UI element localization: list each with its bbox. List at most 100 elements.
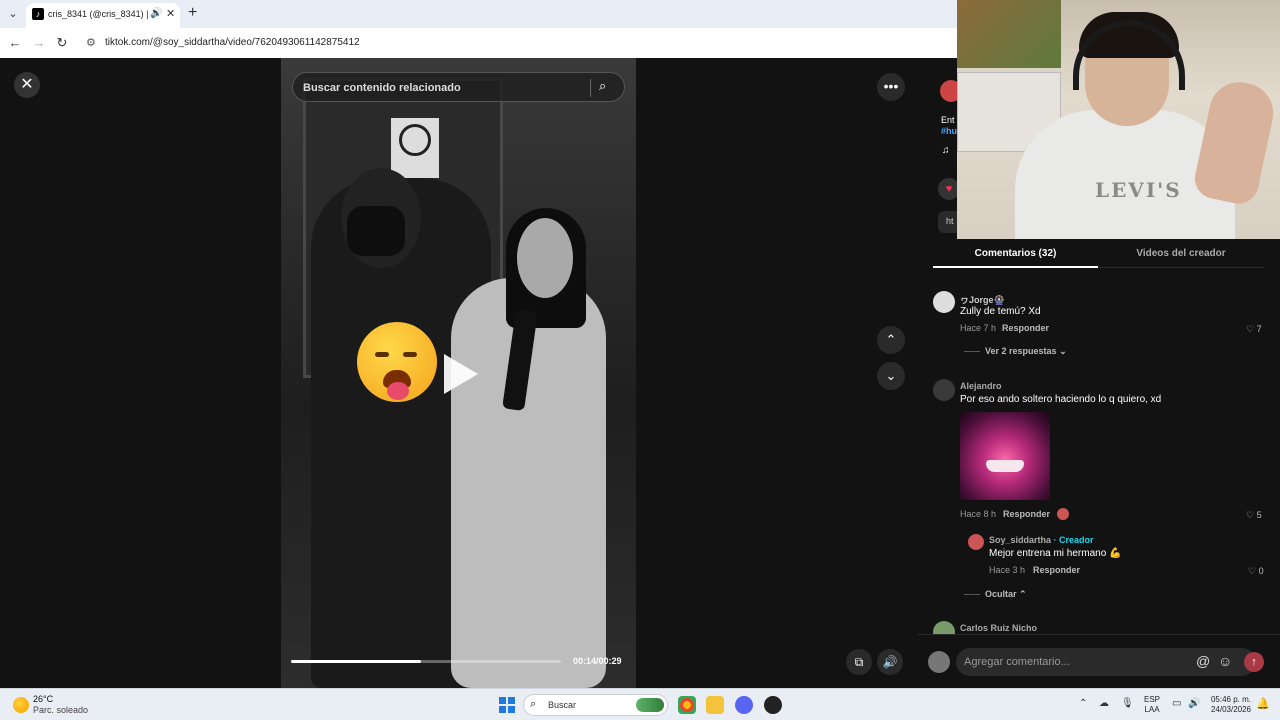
reply-avatar[interactable] <box>968 534 984 550</box>
reply-button[interactable]: Responder <box>1033 565 1080 575</box>
video-time: 00:14/00:29 <box>573 656 622 666</box>
reply-button[interactable]: Responder <box>1003 509 1050 519</box>
search-highlight-art <box>636 698 664 712</box>
reply-time: Hace 3 h <box>989 565 1026 575</box>
tab-comments[interactable]: Comentarios (32) <box>933 248 1098 259</box>
tray-volume-icon[interactable]: 🔊 <box>1188 698 1200 709</box>
close-video-button[interactable]: ✕ <box>14 72 40 98</box>
clock[interactable]: 05:46 p. m. 24/03/2026 <box>1209 695 1251 715</box>
expand-line <box>964 351 980 352</box>
lang-layout: LAA <box>1144 705 1160 714</box>
tray-chevron-up-icon[interactable]: ⌃ <box>1079 698 1087 709</box>
comment-input[interactable] <box>964 654 1190 670</box>
tray-network-icon[interactable]: ☁ <box>1099 698 1109 709</box>
creator-liked-avatar <box>1057 508 1069 520</box>
send-arrow-icon[interactable]: ↑ <box>1244 652 1264 672</box>
comment-like-count: 5 <box>1256 510 1262 520</box>
next-video-chevron-down-icon[interactable]: ⌄ <box>877 362 905 390</box>
comment-like-button[interactable]: ♡ 0 <box>1248 566 1264 577</box>
chrome-app-icon[interactable] <box>678 696 696 714</box>
current-user-avatar <box>928 651 950 673</box>
video-woman-face <box>517 218 573 298</box>
comment-like-button[interactable]: ♡ 7 <box>1246 324 1262 335</box>
comment-list: ヮJorge🎡 Zully de temú? Xd Hace 7 h Respo… <box>918 278 1280 634</box>
comment-time: Hace 7 h <box>960 323 997 333</box>
webcam-shirt-logo: LEVI'S <box>1095 178 1182 202</box>
comment-avatar[interactable] <box>933 379 955 401</box>
tab-list-chevron-icon[interactable]: ⌄ <box>4 5 22 23</box>
comment-username[interactable]: ヮJorge🎡 <box>960 293 1005 306</box>
lang-code: ESP <box>1144 695 1161 704</box>
weather-temp[interactable]: 26°C <box>33 694 53 704</box>
webcam-overlay: LEVI'S <box>957 0 1280 239</box>
related-search-input[interactable] <box>303 79 583 97</box>
crying-emoji-sticker <box>357 322 437 402</box>
notification-bell-icon[interactable]: 🔔 <box>1256 697 1270 710</box>
video-player[interactable] <box>281 58 636 688</box>
reload-icon[interactable]: ↻ <box>53 34 71 52</box>
previous-video-chevron-up-icon[interactable]: ⌃ <box>877 326 905 354</box>
input-language[interactable]: ESP LAA <box>1144 695 1160 715</box>
discord-app-icon[interactable] <box>735 696 753 714</box>
browser-tab[interactable]: ♪ cris_8341 (@cris_8341) | TikTok 🔊 ✕ <box>26 3 180 28</box>
floating-player-icon[interactable]: ⧉ <box>846 649 872 675</box>
tab-audio-icon[interactable]: 🔊 <box>150 8 162 19</box>
search-divider <box>590 79 591 97</box>
comment-text: Por eso ando soltero haciendo lo q quier… <box>960 394 1162 405</box>
reply-text: Mejor entrena mi hermano 💪 <box>989 548 1122 559</box>
back-arrow-icon[interactable]: ← <box>6 34 24 52</box>
tray-display-icon[interactable]: ▭ <box>1172 698 1181 709</box>
panel-tabs: Comentarios (32) Videos del creador <box>933 241 1264 268</box>
comment-like-count: 0 <box>1258 566 1264 576</box>
reply-username[interactable]: Soy_siddartha · Creador <box>989 535 1094 545</box>
more-options-icon[interactable]: ••• <box>877 73 905 101</box>
taskbar-search-label: Buscar <box>548 700 577 710</box>
webcam-poster <box>957 0 1061 68</box>
address-bar[interactable]: ⚙ tiktok.com/@soy_siddartha/video/762049… <box>80 31 960 55</box>
tiktok-favicon-icon: ♪ <box>32 8 44 20</box>
comment-like-count: 7 <box>1256 324 1262 334</box>
comment-avatar[interactable] <box>933 621 955 634</box>
taskbar-search[interactable]: ⌕ Buscar <box>523 694 668 716</box>
comment-image[interactable] <box>960 412 1050 500</box>
tab-close-icon[interactable]: ✕ <box>166 7 175 20</box>
comment-text: Zully de temú? Xd <box>960 306 1041 317</box>
hide-replies-label: Ocultar <box>985 589 1017 599</box>
volume-icon[interactable]: 🔊 <box>877 649 903 675</box>
emoji-icon[interactable]: ☺ <box>1218 653 1232 669</box>
video-progress-fill <box>291 660 421 663</box>
tab-title: cris_8341 (@cris_8341) | TikTok <box>48 9 148 19</box>
video-progress-bar[interactable] <box>291 660 561 663</box>
play-icon[interactable] <box>444 354 478 394</box>
video-description: Ent <box>941 115 955 125</box>
comment-input-bar: @ ☺ ↑ <box>918 634 1280 688</box>
new-tab-button[interactable]: + <box>188 4 197 22</box>
tray-mic-icon[interactable]: 🎙 <box>1121 698 1134 709</box>
reply-username-text: Soy_siddartha <box>989 535 1052 545</box>
site-info-icon[interactable]: ⚙ <box>86 36 96 49</box>
creator-badge: · Creador <box>1053 535 1094 545</box>
file-explorer-icon[interactable] <box>706 696 724 714</box>
comment-input-box[interactable]: @ ☺ ↑ <box>956 648 1264 676</box>
mention-at-icon[interactable]: @ <box>1196 653 1210 669</box>
search-icon[interactable]: ⌕ <box>599 78 606 94</box>
comment-avatar[interactable] <box>933 291 955 313</box>
hide-replies-button[interactable]: Ocultar ⌃ <box>985 589 1027 600</box>
music-note-icon[interactable]: ♫ <box>942 145 950 156</box>
url-text[interactable]: tiktok.com/@soy_siddartha/video/76204930… <box>105 37 360 48</box>
view-replies-button[interactable]: Ver 2 respuestas ⌄ <box>985 346 1067 357</box>
windows-start-icon[interactable] <box>499 697 515 713</box>
comment-like-button[interactable]: ♡ 5 <box>1246 510 1262 521</box>
video-hashtag[interactable]: #hu <box>941 126 957 136</box>
reply-button[interactable]: Responder <box>1002 323 1049 333</box>
search-icon: ⌕ <box>530 698 537 710</box>
comment-username[interactable]: Carlos Ruiz Nicho <box>960 623 1037 633</box>
weather-desc[interactable]: Parc. soleado <box>33 705 88 715</box>
related-search-box[interactable]: ⌕ <box>292 72 625 102</box>
weather-sun-icon[interactable] <box>13 697 29 713</box>
comment-username[interactable]: Alejandro <box>960 381 1002 391</box>
comment-time: Hace 8 h <box>960 509 997 519</box>
tab-creator-videos[interactable]: Videos del creador <box>1098 248 1264 259</box>
app-icon[interactable] <box>764 696 782 714</box>
forward-arrow-icon[interactable]: → <box>30 34 48 52</box>
